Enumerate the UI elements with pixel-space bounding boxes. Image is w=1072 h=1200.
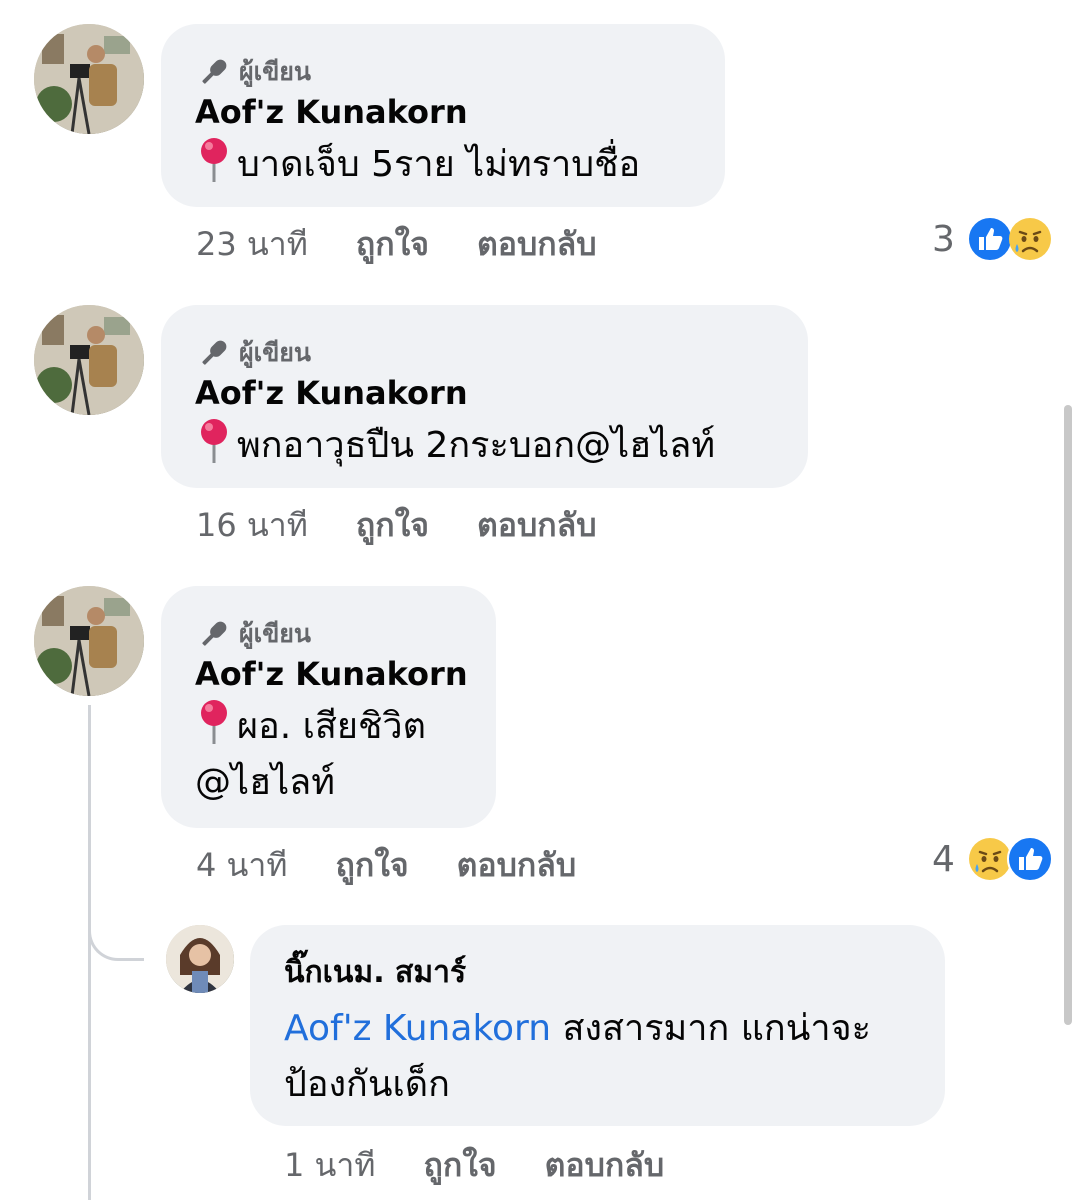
like-button[interactable]: ถูกใจ xyxy=(423,1140,496,1191)
comment-bubble: ผู้เขียน Aof'z Kunakorn พกอาวุธปืน 2กระบ… xyxy=(161,305,808,488)
avatar[interactable] xyxy=(34,305,144,415)
reply-bubble: นิ๊กเนม. สมาร์ Aof'z Kunakorn สงสารมาก แ… xyxy=(250,925,945,1126)
reply-text: Aof'z Kunakorn สงสารมาก แกน่าจะ ป้องกันเ… xyxy=(284,1008,871,1105)
author-badge: ผู้เขียน xyxy=(197,614,311,654)
like-button[interactable]: ถูกใจ xyxy=(356,219,429,270)
like-button[interactable]: ถูกใจ xyxy=(356,500,429,551)
microphone-icon xyxy=(202,59,227,84)
comment-meta: 4 นาที ถูกใจ ตอบกลับ xyxy=(196,843,576,887)
person-photo-icon xyxy=(166,925,234,993)
pushpin-icon xyxy=(201,419,227,463)
comment-meta: 23 นาที ถูกใจ ตอบกลับ xyxy=(196,222,597,266)
commenter-name[interactable]: Aof'z Kunakorn xyxy=(195,654,468,694)
comment-meta: 16 นาที ถูกใจ ตอบกลับ xyxy=(196,503,597,547)
thread-branch xyxy=(88,905,144,961)
author-badge-label: ผู้เขียน xyxy=(239,57,312,86)
thread-line xyxy=(88,705,91,1200)
reaction-count: 4 xyxy=(932,838,955,880)
comment-text: บาดเจ็บ 5ราย ไม่ทราบชื่อ xyxy=(195,136,640,193)
reaction-summary[interactable]: 4 xyxy=(932,836,1053,882)
comment-time[interactable]: 1 นาที xyxy=(284,1140,375,1191)
like-button[interactable]: ถูกใจ xyxy=(335,840,408,891)
comment-time[interactable]: 4 นาที xyxy=(196,840,287,891)
person-photo-icon xyxy=(34,305,144,415)
reply-button[interactable]: ตอบกลับ xyxy=(477,219,597,270)
author-badge-label: ผู้เขียน xyxy=(239,338,312,367)
scrollbar[interactable] xyxy=(1064,405,1072,1025)
comment-time[interactable]: 16 นาที xyxy=(196,500,308,551)
person-photo-icon xyxy=(34,24,144,134)
commenter-name[interactable]: Aof'z Kunakorn xyxy=(195,92,468,132)
comment-bubble: ผู้เขียน Aof'z Kunakorn ผอ. เสียชิวิต @ไ… xyxy=(161,586,496,828)
reply-avatar[interactable] xyxy=(166,925,234,993)
sad-icon xyxy=(1008,218,1051,260)
microphone-icon xyxy=(202,340,227,365)
comment-time[interactable]: 23 นาที xyxy=(196,219,308,270)
comment-text: พกอาวุธปืน 2กระบอก@ไฮไลท์ xyxy=(195,417,715,474)
reply-button[interactable]: ตอบกลับ xyxy=(545,1140,665,1191)
author-badge-label: ผู้เขียน xyxy=(239,619,312,648)
avatar[interactable] xyxy=(34,24,144,134)
mention-link[interactable]: Aof'z Kunakorn xyxy=(284,1008,551,1049)
comment-text: ผอ. เสียชิวิต @ไฮไลท์ xyxy=(195,698,485,811)
author-badge: ผู้เขียน xyxy=(197,333,311,373)
microphone-icon xyxy=(202,621,227,646)
pushpin-icon xyxy=(201,700,227,744)
reaction-count: 3 xyxy=(932,218,955,260)
reply-meta: 1 นาที ถูกใจ ตอบกลับ xyxy=(284,1143,664,1187)
person-photo-icon xyxy=(34,586,144,696)
reaction-summary[interactable]: 3 xyxy=(932,216,1053,262)
author-badge: ผู้เขียน xyxy=(197,52,311,92)
like-icon xyxy=(1006,836,1053,882)
reply-button[interactable]: ตอบกลับ xyxy=(477,500,597,551)
reply-button[interactable]: ตอบกลับ xyxy=(457,840,577,891)
reply-name[interactable]: นิ๊กเนม. สมาร์ xyxy=(284,953,466,993)
avatar[interactable] xyxy=(34,586,144,696)
commenter-name[interactable]: Aof'z Kunakorn xyxy=(195,373,468,413)
comment-bubble: ผู้เขียน Aof'z Kunakorn บาดเจ็บ 5ราย ไม่… xyxy=(161,24,725,207)
pushpin-icon xyxy=(201,138,227,182)
